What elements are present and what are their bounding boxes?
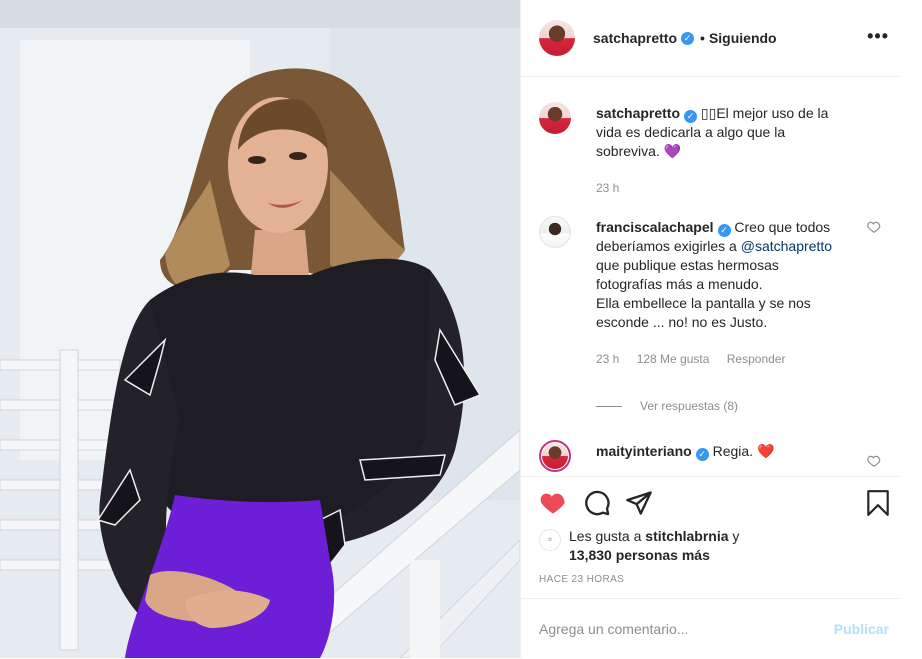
more-options-icon[interactable]: ••• — [867, 26, 889, 47]
like-comment-icon[interactable] — [867, 220, 881, 234]
likes-prefix: Les gusta a — [569, 528, 642, 544]
likes-summary: ✿ Les gusta a stitchlabrnia y 13,830 per… — [539, 527, 869, 565]
comment-input[interactable]: Agrega un comentario... — [539, 621, 834, 637]
comment-avatar-story[interactable] — [539, 440, 571, 472]
verified-icon: ✓ — [684, 110, 698, 123]
verified-icon: ✓ — [681, 31, 695, 45]
author-avatar[interactable] — [539, 20, 575, 56]
reply-button[interactable]: Responder — [727, 352, 786, 366]
separator-dot: • — [700, 30, 705, 46]
comment-text: Regia. ❤️ — [712, 443, 775, 459]
liker-avatar[interactable]: ✿ — [539, 529, 561, 551]
comment-username[interactable]: franciscalachapel — [596, 219, 714, 235]
post-viewer: satchapretto ✓ • Siguiendo ••• satchapre… — [0, 0, 922, 658]
liker-username[interactable]: stitchlabrnia — [645, 528, 728, 544]
caption-body: satchapretto ✓ ▯▯El mejor uso de la vida … — [596, 104, 848, 198]
comment-likes[interactable]: 128 Me gusta — [637, 352, 710, 366]
publish-button[interactable]: Publicar — [834, 621, 889, 637]
likes-text: Les gusta a stitchlabrnia y 13,830 perso… — [569, 527, 739, 565]
post-timestamp[interactable]: HACE 23 HORAS — [539, 574, 624, 585]
following-button[interactable]: Siguiendo — [709, 30, 777, 46]
comment-body: maityinteriano ✓ Regia. ❤️ — [596, 442, 848, 461]
verified-icon: ✓ — [695, 448, 709, 461]
save-bookmark-icon[interactable] — [865, 489, 891, 517]
comment-text-line2: Ella embellece la pantalla y se nos esco… — [596, 295, 811, 330]
heart-filled-icon[interactable] — [539, 489, 567, 517]
comment-icon[interactable] — [583, 489, 611, 517]
replies-line — [596, 405, 622, 407]
caption-username[interactable]: satchapretto — [596, 105, 680, 121]
view-replies-label[interactable]: Ver respuestas (8) — [640, 399, 738, 413]
like-comment-icon[interactable] — [867, 454, 881, 468]
author-username[interactable]: satchapretto — [593, 30, 677, 46]
verified-icon: ✓ — [717, 224, 731, 237]
share-icon[interactable] — [625, 489, 653, 517]
post-photo[interactable] — [0, 0, 520, 658]
add-comment-bar: Agrega un comentario... Publicar — [521, 598, 901, 659]
caption-meta: 23 h — [596, 179, 848, 198]
view-replies[interactable]: Ver respuestas (8) — [596, 399, 738, 413]
comment-body: franciscalachapel ✓ Creo que todos deberí… — [596, 218, 848, 369]
comment-meta: 23 h 128 Me gusta Responder — [596, 350, 848, 369]
photo-illustration — [0, 0, 520, 658]
sidebar-gutter — [900, 0, 922, 658]
comment-time[interactable]: 23 h — [596, 352, 619, 366]
comment-text-cont: que publique estas hermosas fotografías … — [596, 257, 779, 292]
comment-avatar[interactable] — [539, 216, 571, 248]
action-icons — [539, 489, 891, 521]
caption-time[interactable]: 23 h — [596, 181, 619, 195]
comment-username[interactable]: maityinteriano — [596, 443, 692, 459]
post-header: satchapretto ✓ • Siguiendo ••• — [521, 0, 901, 77]
post-sidebar: satchapretto ✓ • Siguiendo ••• satchapre… — [520, 0, 922, 658]
likes-joiner: y — [732, 528, 740, 544]
mention-link[interactable]: @satchapretto — [741, 238, 832, 254]
comments-list[interactable]: satchapretto ✓ ▯▯El mejor uso de la vida … — [521, 78, 901, 476]
caption-avatar[interactable] — [539, 102, 571, 134]
post-actions: ✿ Les gusta a stitchlabrnia y 13,830 per… — [521, 476, 901, 658]
likes-count[interactable]: 13,830 personas más — [569, 547, 710, 563]
